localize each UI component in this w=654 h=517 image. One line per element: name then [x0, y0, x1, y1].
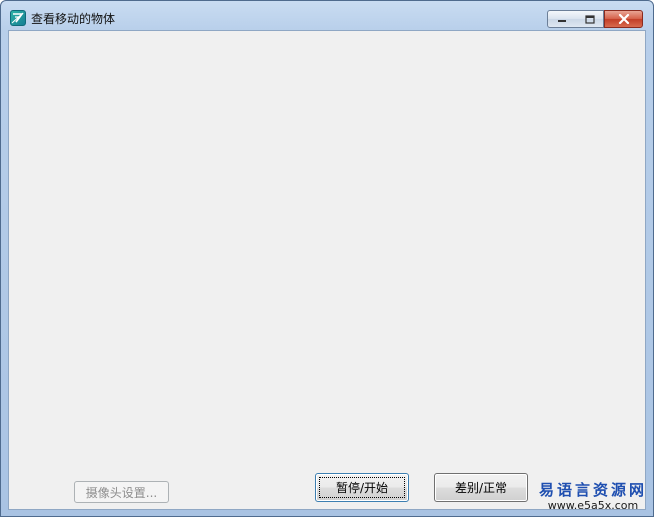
watermark-url: www.e5a5x.com — [547, 499, 639, 512]
difference-normal-label: 差别/正常 — [454, 481, 508, 495]
watermark: 易语言资源网 www.e5a5x.com — [537, 481, 649, 513]
close-button[interactable] — [604, 10, 643, 28]
focus-rectangle — [319, 477, 405, 498]
restore-icon — [584, 14, 595, 24]
minimize-button[interactable] — [547, 10, 577, 28]
camera-settings-button: 摄像头设置... — [74, 481, 169, 503]
difference-normal-button[interactable]: 差别/正常 — [434, 473, 528, 502]
app-window: 查看移动的物体 摄像头设置... 暂停/开始 差别/正常 易语言资源网 www.… — [0, 0, 654, 517]
client-area: 摄像头设置... 暂停/开始 差别/正常 — [8, 30, 646, 510]
maximize-button[interactable] — [576, 10, 604, 28]
title-bar[interactable]: 查看移动的物体 — [1, 1, 653, 31]
pause-start-button[interactable]: 暂停/开始 — [315, 473, 409, 502]
close-icon — [618, 14, 629, 24]
watermark-name: 易语言资源网 — [538, 481, 647, 499]
minimize-icon — [558, 20, 566, 22]
app-icon[interactable] — [10, 10, 26, 26]
window-title: 查看移动的物体 — [31, 12, 116, 26]
